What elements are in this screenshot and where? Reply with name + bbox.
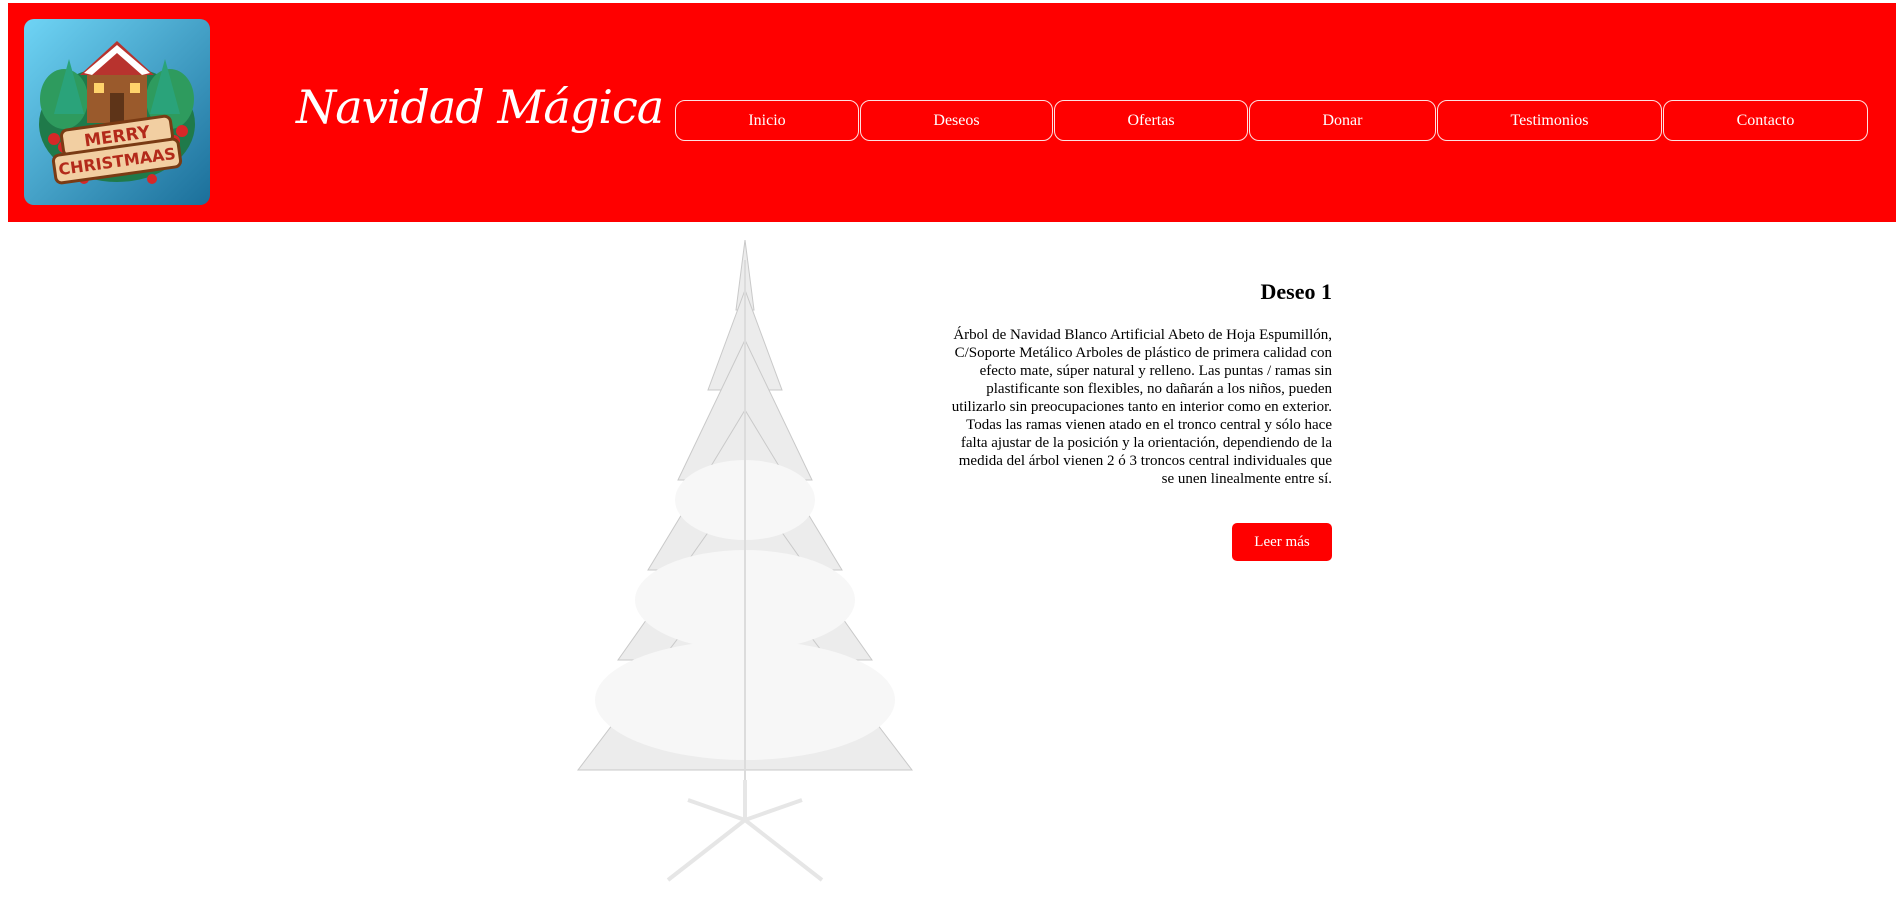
wish-card: Deseo 1 Árbol de Navidad Blanco Artifici… xyxy=(950,278,1332,488)
site-header: MERRY CHRISTMAAS Navidad Mágica Inicio D… xyxy=(8,3,1896,222)
white-christmas-tree-image xyxy=(548,239,938,888)
nav-item-deseos[interactable]: Deseos xyxy=(860,100,1053,141)
nav-item-inicio[interactable]: Inicio xyxy=(675,100,859,141)
wish-title: Deseo 1 xyxy=(1260,279,1332,304)
site-title: Navidad Mágica xyxy=(296,80,664,134)
read-more-button[interactable]: Leer más xyxy=(1232,523,1332,561)
merry-christmas-logo[interactable]: MERRY CHRISTMAAS xyxy=(24,19,210,205)
wish-description: Árbol de Navidad Blanco Artificial Abeto… xyxy=(951,327,1332,487)
nav-item-contacto[interactable]: Contacto xyxy=(1663,100,1868,141)
nav-item-donar[interactable]: Donar xyxy=(1249,100,1436,141)
nav-item-testimonios[interactable]: Testimonios xyxy=(1437,100,1662,141)
nav-item-ofertas[interactable]: Ofertas xyxy=(1054,100,1248,141)
